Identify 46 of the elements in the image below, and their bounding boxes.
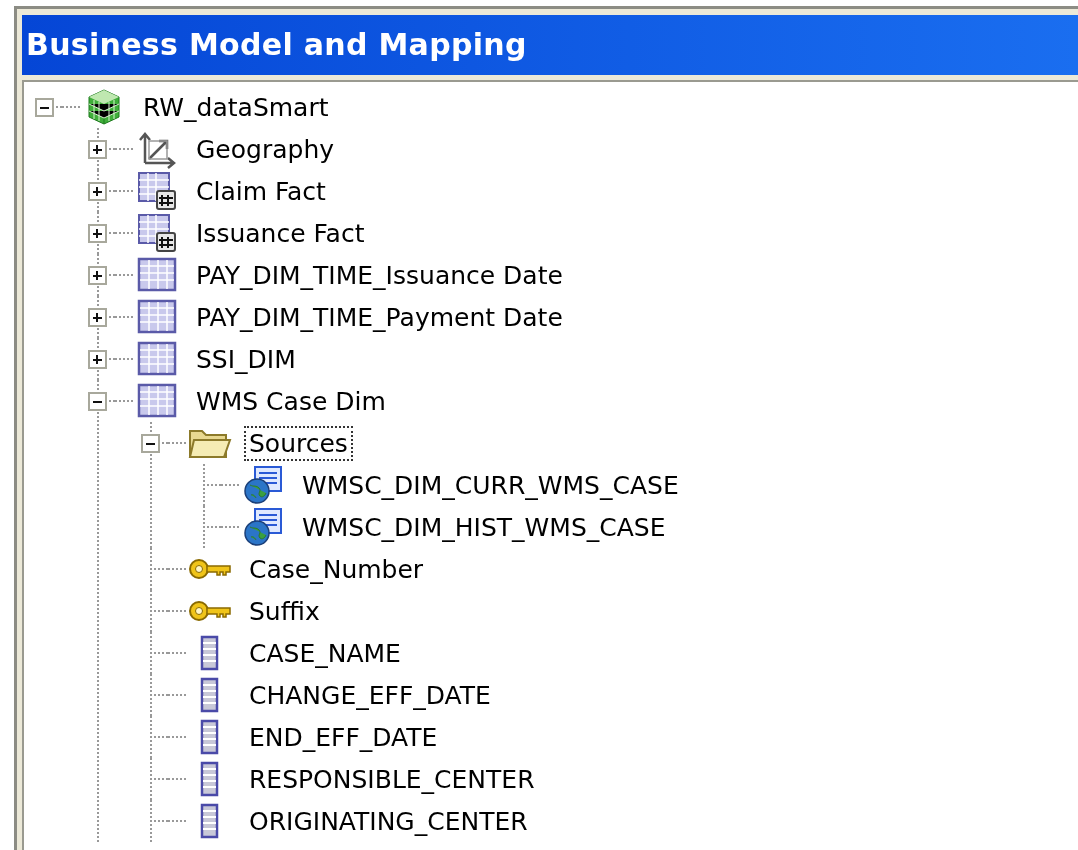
panel-title: Business Model and Mapping xyxy=(22,15,1078,75)
cube-icon xyxy=(88,89,120,125)
column-icon xyxy=(200,719,219,755)
collapse-toggle[interactable] xyxy=(87,391,107,411)
tree-item[interactable]: Case_Number xyxy=(244,551,429,587)
table-hash-icon xyxy=(138,172,176,210)
tree-item[interactable]: WMS Case Dim xyxy=(191,383,391,419)
column-icon xyxy=(200,803,219,839)
globe-document-icon xyxy=(244,466,282,504)
tree-item[interactable]: SSI_DIM xyxy=(191,341,301,377)
column-icon xyxy=(200,761,219,797)
collapse-toggle[interactable] xyxy=(34,97,54,117)
tree-item[interactable]: Sources xyxy=(244,425,353,461)
table-icon xyxy=(137,257,177,292)
tree-item[interactable]: Issuance Fact xyxy=(191,215,370,251)
arrows-icon xyxy=(138,132,176,169)
expand-toggle[interactable] xyxy=(87,349,107,369)
table-icon xyxy=(137,299,177,334)
table-hash-icon xyxy=(138,214,176,252)
tree-item[interactable]: RESPONSIBLE_CENTER xyxy=(244,761,540,797)
column-icon xyxy=(200,677,219,713)
expand-toggle[interactable] xyxy=(87,265,107,285)
folder-icon xyxy=(188,430,232,458)
collapse-toggle[interactable] xyxy=(140,433,160,453)
tree-item[interactable]: WMSC_DIM_CURR_WMS_CASE xyxy=(297,467,684,503)
table-icon xyxy=(137,383,177,418)
tree-item[interactable]: Suffix xyxy=(244,593,325,629)
tree-item[interactable]: RW_dataSmart xyxy=(138,89,334,125)
tree-item[interactable]: END_EFF_DATE xyxy=(244,719,443,755)
column-icon xyxy=(200,635,219,671)
globe-document-icon xyxy=(244,508,282,546)
tree-item[interactable]: ORIGINATING_CENTER xyxy=(244,803,533,839)
expand-toggle[interactable] xyxy=(87,307,107,327)
tree-item[interactable]: Claim Fact xyxy=(191,173,331,209)
key-icon xyxy=(189,601,231,621)
tree-item[interactable]: PAY_DIM_TIME_Payment Date xyxy=(191,299,568,335)
expand-toggle[interactable] xyxy=(87,139,107,159)
table-icon xyxy=(137,341,177,376)
tree-item[interactable]: Geography xyxy=(191,131,340,167)
expand-toggle[interactable] xyxy=(87,181,107,201)
key-icon xyxy=(189,559,231,579)
tree-item[interactable]: CHANGE_EFF_DATE xyxy=(244,677,496,713)
tree-item[interactable]: CASE_NAME xyxy=(244,635,406,671)
tree-item[interactable]: PAY_DIM_TIME_Issuance Date xyxy=(191,257,568,293)
tree-item[interactable]: WMSC_DIM_HIST_WMS_CASE xyxy=(297,509,671,545)
expand-toggle[interactable] xyxy=(87,223,107,243)
